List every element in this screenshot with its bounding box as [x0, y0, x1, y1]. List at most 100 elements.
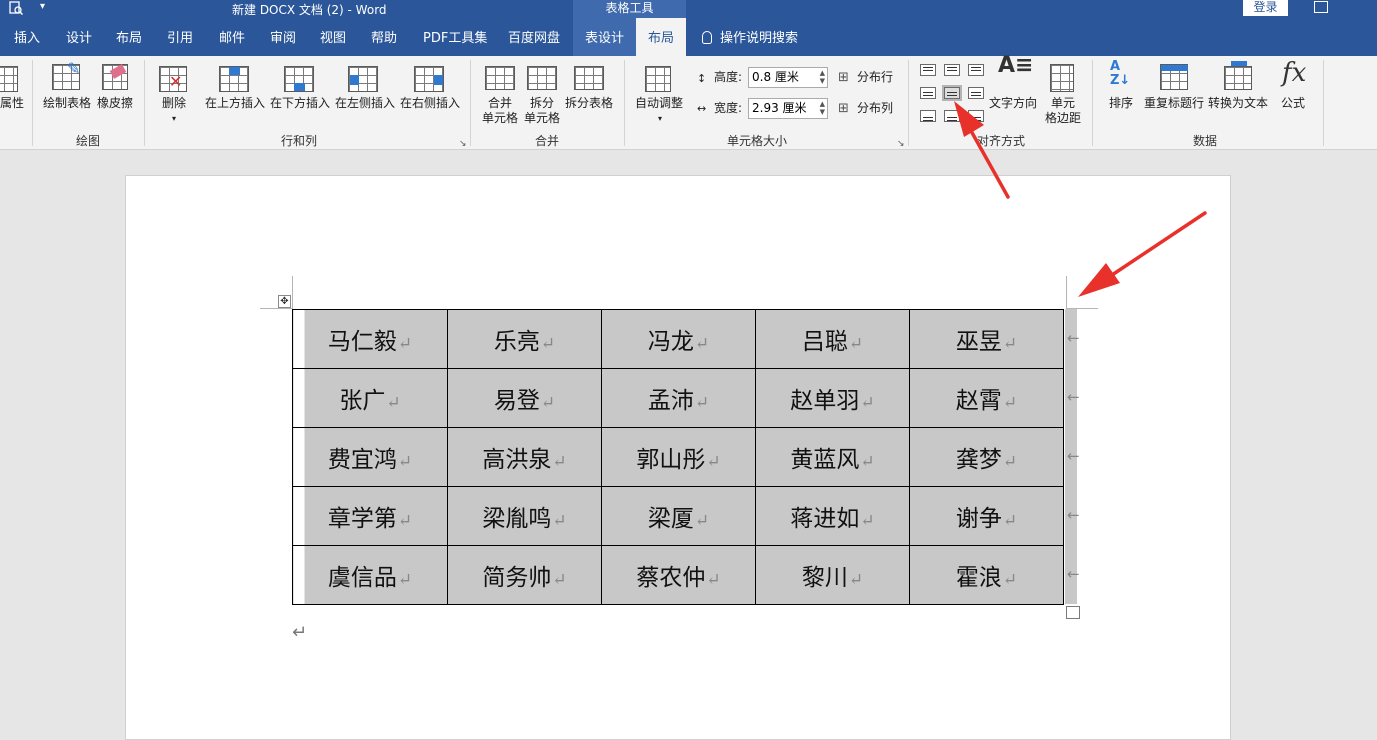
delete-button[interactable]: 删除	[158, 96, 190, 111]
autofit-icon	[645, 66, 671, 92]
cell-text: 巫昱	[955, 329, 1002, 355]
tab-table-layout[interactable]: 布局	[636, 18, 686, 56]
print-preview-icon[interactable]	[9, 1, 23, 15]
split-table-button[interactable]: 拆分表格	[564, 96, 614, 111]
table-cell[interactable]: 吕聪↵	[755, 309, 910, 369]
autofit-dropdown-icon[interactable]: ▾	[652, 111, 668, 126]
tab-pdf-tools[interactable]: PDF工具集	[423, 18, 487, 56]
sort-button[interactable]: 排序	[1105, 96, 1137, 111]
table-cell[interactable]: 龚梦↵	[909, 427, 1064, 487]
lightbulb-icon	[702, 31, 712, 44]
merge-cells-button[interactable]: 合并 单元格	[480, 96, 520, 126]
table-cell[interactable]: 霍浪↵	[909, 545, 1064, 605]
draw-table-button[interactable]: 绘制表格	[42, 96, 92, 111]
eraser-button[interactable]: 橡皮擦	[96, 96, 134, 111]
align-bottom-left-icon[interactable]	[920, 110, 936, 122]
table-cell[interactable]: 简务帅↵	[447, 545, 602, 605]
table-cell[interactable]: 巫昱↵	[909, 309, 1064, 369]
table-cell[interactable]: 章学第↵	[292, 486, 448, 546]
tab-view[interactable]: 视图	[320, 18, 346, 56]
sort-icon: A Z↓	[1110, 59, 1131, 88]
delete-dropdown-icon[interactable]: ▾	[166, 111, 182, 126]
tab-baidu-netdisk[interactable]: 百度网盘	[508, 18, 560, 56]
tell-me-search[interactable]: 操作说明搜索	[702, 18, 798, 56]
table-row: 张广↵ 易登↵ 孟沛↵ 赵单羽↵ 赵霄↵	[292, 368, 1064, 428]
split-cells-button[interactable]: 拆分 单元格	[522, 96, 562, 126]
window-title: 新建 DOCX 文档 (2) - Word	[232, 3, 387, 17]
table-cell[interactable]: 梁胤鸣↵	[447, 486, 602, 546]
convert-to-text-button[interactable]: 转换为文本	[1207, 96, 1269, 111]
align-middle-left-icon[interactable]	[920, 87, 936, 99]
tab-design[interactable]: 设计	[66, 18, 92, 56]
distribute-columns-button[interactable]: 分布列	[857, 101, 893, 116]
insert-below-button[interactable]: 在下方插入	[269, 96, 331, 111]
document-table[interactable]: 马仁毅↵ 乐亮↵ 冯龙↵ 吕聪↵ 巫昱↵ 张广↵ 易登↵ 孟沛↵ 赵单羽↵ 赵霄…	[292, 309, 1064, 605]
table-cell[interactable]: 蒋进如↵	[755, 486, 910, 546]
insert-right-button[interactable]: 在右侧插入	[399, 96, 461, 111]
table-move-handle-icon[interactable]: ✥	[278, 295, 291, 308]
ribbon-layout: 属性 ✎ 绘制表格 橡皮擦 绘图 ✕ 删除 ▾ 在上方插入 在下方插入 在左侧插…	[0, 53, 1377, 150]
row-height-input[interactable]: 0.8 厘米 ▲ ▼	[748, 67, 828, 88]
table-cell[interactable]: 蔡农仲↵	[601, 545, 756, 605]
tab-references[interactable]: 引用	[167, 18, 193, 56]
table-tools-context-label: 表格工具	[573, 0, 686, 18]
cell-text: 张广	[339, 388, 386, 414]
insert-above-button[interactable]: 在上方插入	[204, 96, 266, 111]
group-label-cell-size: 单元格大小	[727, 134, 788, 148]
cell-text: 郭山彤	[636, 447, 706, 473]
login-button[interactable]: 登录	[1243, 0, 1288, 16]
paragraph-mark-icon: ↵	[397, 511, 413, 531]
properties-icon	[0, 66, 18, 92]
tab-table-design[interactable]: 表设计	[573, 18, 636, 56]
table-cell[interactable]: 黄蓝风↵	[755, 427, 910, 487]
table-cell[interactable]: 孟沛↵	[601, 368, 756, 428]
table-cell[interactable]: 高洪泉↵	[447, 427, 602, 487]
align-top-center-icon[interactable]	[944, 64, 960, 76]
end-of-row-mark-icon: ←	[1065, 545, 1080, 604]
cell-margins-button[interactable]: 单元 格边距	[1042, 96, 1084, 126]
width-spinner-icon[interactable]: ▲ ▼	[820, 100, 825, 116]
insert-left-icon	[348, 66, 378, 92]
distribute-rows-button[interactable]: 分布行	[857, 70, 893, 85]
group-separator	[1323, 60, 1324, 146]
quick-access-dropdown-icon[interactable]: ▾	[40, 1, 45, 12]
formula-button[interactable]: 公式	[1277, 96, 1309, 111]
text-direction-icon: A≡	[998, 53, 1034, 78]
margin-mark	[260, 308, 292, 309]
table-cell[interactable]: 费宜鸿↵	[292, 427, 448, 487]
tab-help[interactable]: 帮助	[371, 18, 397, 56]
table-resize-handle[interactable]	[1066, 606, 1080, 619]
tab-review[interactable]: 审阅	[270, 18, 296, 56]
table-cell[interactable]: 黎川↵	[755, 545, 910, 605]
height-spinner-icon[interactable]: ▲ ▼	[820, 69, 825, 85]
column-width-icon: ↔	[697, 102, 707, 115]
table-cell[interactable]: 赵单羽↵	[755, 368, 910, 428]
cell-text: 蔡农仲	[636, 565, 706, 591]
paragraph-mark-icon: ↵	[1002, 452, 1018, 472]
tab-insert[interactable]: 插入	[14, 18, 40, 56]
ribbon-display-options-icon[interactable]	[1314, 1, 1328, 13]
table-cell[interactable]: 赵霄↵	[909, 368, 1064, 428]
table-cell[interactable]: 梁厦↵	[601, 486, 756, 546]
properties-button[interactable]: 属性	[0, 96, 24, 111]
table-cell[interactable]: 冯龙↵	[601, 309, 756, 369]
table-cell[interactable]: 谢争↵	[909, 486, 1064, 546]
autofit-button[interactable]: 自动调整	[633, 96, 685, 111]
column-width-input[interactable]: 2.93 厘米 ▲ ▼	[748, 98, 828, 119]
table-cell[interactable]: 易登↵	[447, 368, 602, 428]
ribbon-tab-bar: 插入 设计 布局 引用 邮件 审阅 视图 帮助 PDF工具集 百度网盘 表设计 …	[0, 18, 1377, 56]
align-top-left-icon[interactable]	[920, 64, 936, 76]
repeat-header-rows-button[interactable]: 重复标题行	[1143, 96, 1205, 111]
align-top-right-icon[interactable]	[968, 64, 984, 76]
end-of-row-mark-icon: ←	[1065, 309, 1080, 368]
split-table-icon	[574, 66, 604, 90]
table-cell[interactable]: 乐亮↵	[447, 309, 602, 369]
table-cell[interactable]: 张广↵	[292, 368, 448, 428]
table-cell[interactable]: 马仁毅↵	[292, 309, 448, 369]
insert-left-button[interactable]: 在左侧插入	[334, 96, 396, 111]
table-cell[interactable]: 虞信品↵	[292, 545, 448, 605]
tab-layout-page[interactable]: 布局	[116, 18, 142, 56]
tab-mailings[interactable]: 邮件	[219, 18, 245, 56]
cell-text: 梁厦	[647, 506, 694, 532]
table-cell[interactable]: 郭山彤↵	[601, 427, 756, 487]
